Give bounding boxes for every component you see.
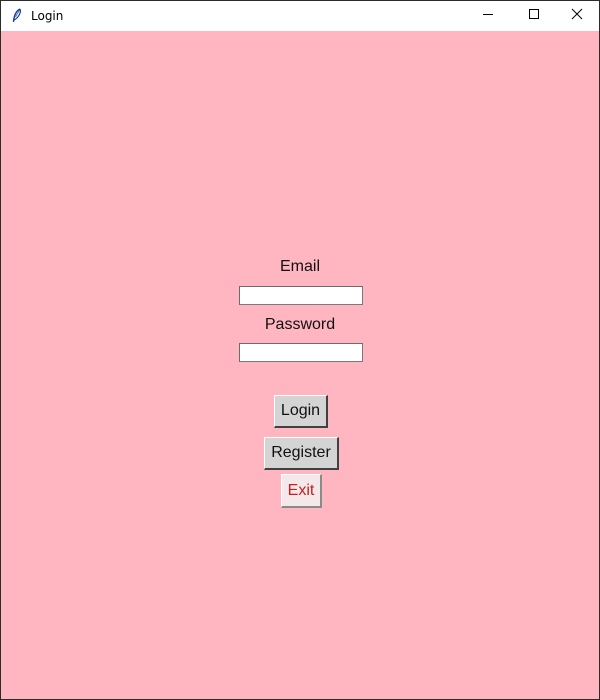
email-label: Email	[279, 258, 320, 275]
minimize-button[interactable]	[465, 1, 511, 31]
close-button[interactable]	[554, 1, 599, 31]
maximize-button[interactable]	[511, 1, 557, 31]
exit-button[interactable]: Exit	[281, 474, 322, 508]
login-button[interactable]: Login	[274, 395, 328, 428]
close-icon	[571, 7, 583, 25]
minimize-icon	[482, 7, 494, 25]
email-field[interactable]	[239, 286, 363, 305]
login-window: Login Email Password Login Register Exit	[0, 0, 600, 700]
register-button[interactable]: Register	[264, 437, 339, 470]
window-title: Login	[31, 9, 64, 23]
password-label: Password	[264, 316, 336, 333]
feather-icon	[11, 8, 23, 24]
password-field[interactable]	[239, 343, 363, 362]
title-bar[interactable]: Login	[1, 1, 599, 31]
maximize-icon	[528, 7, 540, 25]
